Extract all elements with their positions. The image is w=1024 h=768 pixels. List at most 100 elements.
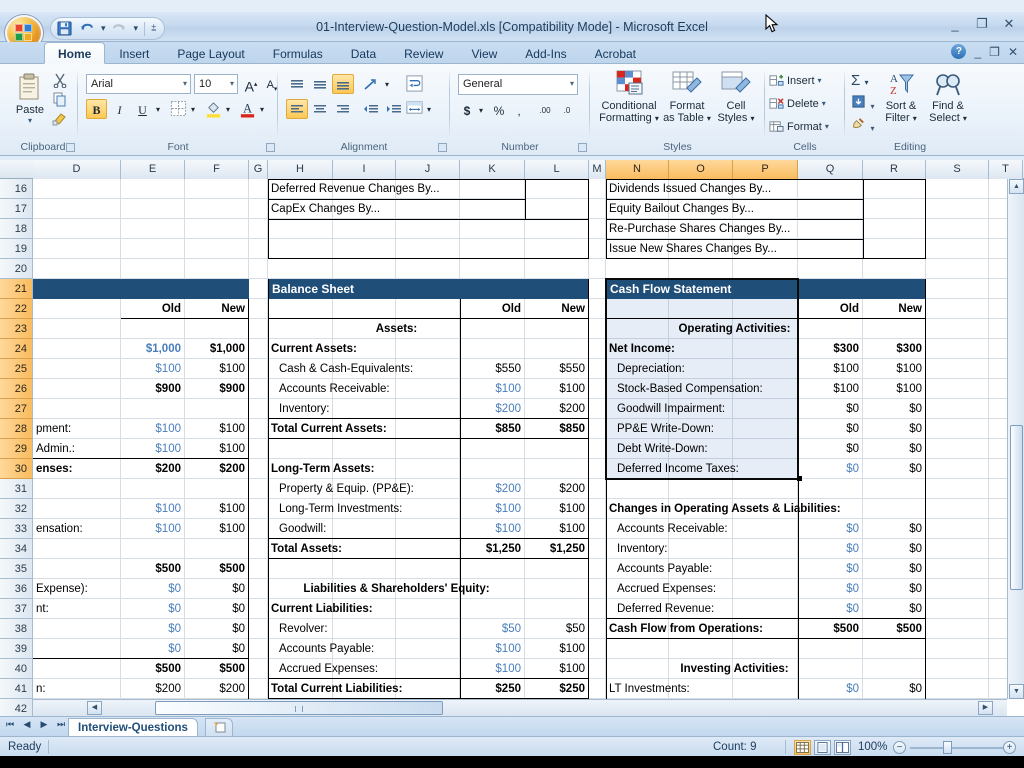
row-header-37[interactable]: 37 <box>0 599 33 619</box>
wrap-text-button[interactable] <box>405 74 424 98</box>
cell-L34[interactable]: $1,250 <box>525 539 589 559</box>
paste-dropdown-icon[interactable]: ▾ <box>8 116 52 125</box>
cell-N27[interactable]: Goodwill Impairment: <box>606 399 798 419</box>
cell-R22[interactable]: New <box>863 299 926 319</box>
workbook-minimize-button[interactable]: _ <box>974 45 981 59</box>
cell-E39[interactable]: $0 <box>121 639 185 659</box>
align-center-button[interactable] <box>309 99 331 119</box>
column-header-P[interactable]: P <box>733 160 798 179</box>
decrease-decimal-button[interactable]: .0 <box>556 100 578 120</box>
number-dialog-launcher[interactable] <box>578 143 587 152</box>
row-header-29[interactable]: 29 <box>0 439 33 459</box>
orientation-button[interactable] <box>360 74 382 94</box>
cell-F24[interactable]: $1,000 <box>185 339 249 359</box>
cell-H34[interactable]: Total Assets: <box>268 539 460 559</box>
font-size-chevron-down-icon[interactable]: ▾ <box>230 75 234 93</box>
grow-font-button[interactable]: A▴ <box>241 74 261 95</box>
cell-K39[interactable]: $100 <box>460 639 525 659</box>
font-name-combo[interactable]: Arial ▾ <box>86 74 191 94</box>
cell-F39[interactable]: $0 <box>185 639 249 659</box>
align-top-button[interactable] <box>286 74 308 94</box>
cell-K25[interactable]: $550 <box>460 359 525 379</box>
row-header-38[interactable]: 38 <box>0 619 33 639</box>
cell-E24[interactable]: $1,000 <box>121 339 185 359</box>
cell-F38[interactable]: $0 <box>185 619 249 639</box>
find-select-dropdown-icon[interactable]: ▾ <box>963 114 967 123</box>
scroll-right-button[interactable]: ▶ <box>978 701 993 715</box>
cell-D36[interactable]: Expense): <box>33 579 121 599</box>
cell-K27[interactable]: $200 <box>460 399 525 419</box>
minimize-button[interactable]: _ <box>946 17 964 32</box>
clear-dropdown-icon[interactable]: ▾ <box>870 124 874 133</box>
redo-icon[interactable] <box>110 20 130 38</box>
income-statement-header-bar[interactable] <box>33 279 249 299</box>
row-header-39[interactable]: 39 <box>0 639 33 659</box>
cell-D41[interactable]: n: <box>33 679 121 699</box>
fill-button[interactable]: ▾ <box>851 94 874 114</box>
cell-L25[interactable]: $550 <box>525 359 589 379</box>
tab-add-ins[interactable]: Add-Ins <box>511 42 580 64</box>
cell-K38[interactable]: $50 <box>460 619 525 639</box>
cell-E28[interactable]: $100 <box>121 419 185 439</box>
borders-dropdown-icon[interactable]: ▾ <box>188 99 198 119</box>
cell-Q37[interactable]: $0 <box>798 599 863 619</box>
clear-button[interactable]: ▾ <box>851 116 874 136</box>
cell-K34[interactable]: $1,250 <box>460 539 525 559</box>
align-left-button[interactable] <box>286 99 308 119</box>
row-header-36[interactable]: 36 <box>0 579 33 599</box>
row-header-16[interactable]: 16 <box>0 179 33 199</box>
merge-and-center-button[interactable] <box>405 99 424 122</box>
sort-and-filter-button[interactable]: A Z Sort & Filter ▾ <box>879 70 923 124</box>
row-header-25[interactable]: 25 <box>0 359 33 379</box>
cell-E37[interactable]: $0 <box>121 599 185 619</box>
align-right-button[interactable] <box>332 99 354 119</box>
row-header-19[interactable]: 19 <box>0 239 33 259</box>
cell-E41[interactable]: $200 <box>121 679 185 699</box>
cell-N40[interactable]: Investing Activities: <box>606 659 863 679</box>
cell-K32[interactable]: $100 <box>460 499 525 519</box>
cell-N41[interactable]: LT Investments: <box>606 679 798 699</box>
cell-N23[interactable]: Operating Activities: <box>606 319 863 339</box>
zoom-slider[interactable] <box>943 741 952 754</box>
cell-R33[interactable]: $0 <box>863 519 926 539</box>
next-sheet-button[interactable]: ▶ <box>38 719 50 730</box>
cell-L28[interactable]: $850 <box>525 419 589 439</box>
cell-E36[interactable]: $0 <box>121 579 185 599</box>
cell-L32[interactable]: $100 <box>525 499 589 519</box>
cell-Q34[interactable]: $0 <box>798 539 863 559</box>
cell-N25[interactable]: Depreciation: <box>606 359 798 379</box>
row-header-20[interactable]: 20 <box>0 259 33 279</box>
cell-N30[interactable]: Deferred Income Taxes: <box>606 459 798 479</box>
cell-E40[interactable]: $500 <box>121 659 185 679</box>
cell-F30[interactable]: $200 <box>185 459 249 479</box>
cell-D30[interactable]: enses: <box>33 459 121 479</box>
fill-color-button[interactable] <box>205 100 222 123</box>
row-header-35[interactable]: 35 <box>0 559 33 579</box>
column-header-R[interactable]: R <box>863 160 926 179</box>
cell-H25[interactable]: Cash & Cash-Equivalents: <box>268 359 460 379</box>
workbook-close-button[interactable]: ✕ <box>1008 45 1018 59</box>
cell-N18[interactable]: Re-Purchase Shares Changes By... <box>606 219 1007 239</box>
column-header-K[interactable]: K <box>460 160 525 179</box>
column-header-N[interactable]: N <box>606 160 669 179</box>
accounting-format-button[interactable]: $ <box>458 100 476 120</box>
conditional-formatting-button[interactable]: Conditional Formatting ▾ <box>596 70 662 124</box>
cell-F33[interactable]: $100 <box>185 519 249 539</box>
cell-Q24[interactable]: $300 <box>798 339 863 359</box>
cell-K41[interactable]: $250 <box>460 679 525 699</box>
cell-H24[interactable]: Current Assets: <box>268 339 606 359</box>
cell-N28[interactable]: PP&E Write-Down: <box>606 419 798 439</box>
cell-L33[interactable]: $100 <box>525 519 589 539</box>
fill-color-dropdown-icon[interactable]: ▾ <box>223 99 233 119</box>
cell-K33[interactable]: $100 <box>460 519 525 539</box>
cut-button[interactable] <box>52 72 68 93</box>
column-header-F[interactable]: F <box>185 160 249 179</box>
column-header-L[interactable]: L <box>525 160 589 179</box>
accounting-dropdown-icon[interactable]: ▾ <box>476 100 486 120</box>
cell-Q28[interactable]: $0 <box>798 419 863 439</box>
cell-L39[interactable]: $100 <box>525 639 589 659</box>
row-header-28[interactable]: 28 <box>0 419 33 439</box>
scroll-up-button[interactable]: ▲ <box>1009 179 1024 194</box>
cell-N29[interactable]: Debt Write-Down: <box>606 439 798 459</box>
cell-N36[interactable]: Accrued Expenses: <box>606 579 798 599</box>
